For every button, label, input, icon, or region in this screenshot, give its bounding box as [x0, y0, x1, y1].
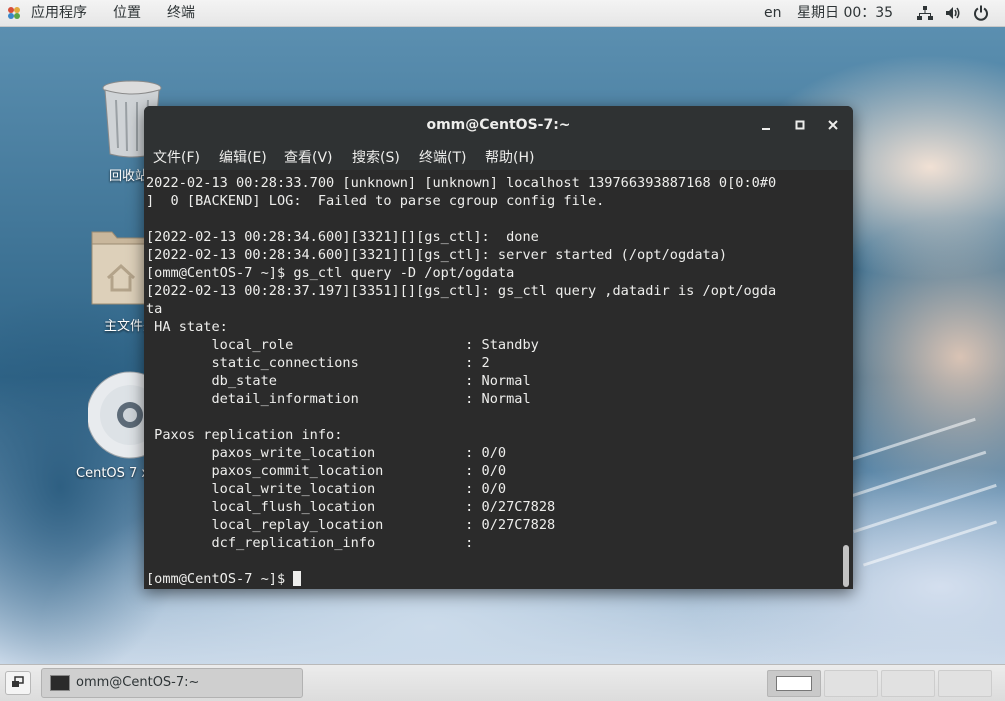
maximize-button[interactable] [792, 117, 808, 133]
show-desktop-icon [12, 676, 24, 687]
terminal-line: [2022-02-13 00:28:34.600][3321][][gs_ctl… [146, 229, 539, 245]
terminal-line: 2022-02-13 00:28:33.700 [unknown] [unkno… [146, 175, 777, 191]
terminal-line: [omm@CentOS-7 ~]$ gs_ctl query -D /opt/o… [146, 265, 515, 281]
close-button[interactable] [825, 117, 841, 133]
taskbar-item-terminal[interactable]: omm@CentOS-7:~ [41, 668, 303, 698]
terminal-line: ta [146, 301, 163, 317]
minimize-icon [762, 128, 770, 130]
terminal-icon [50, 675, 70, 691]
desktop-icon-label: 回收站 [109, 169, 149, 184]
terminal-line: local_write_location : 0/0 [146, 481, 507, 497]
menu-terminal[interactable]: 终端 [167, 0, 195, 26]
terminal-output[interactable]: 2022-02-13 00:28:33.700 [unknown] [unkno… [144, 170, 853, 589]
terminal-line: [2022-02-13 00:28:37.197][3351][][gs_ctl… [146, 283, 777, 299]
scrollbar-thumb[interactable] [843, 545, 849, 587]
terminal-line: [2022-02-13 00:28:34.600][3321][][gs_ctl… [146, 247, 728, 263]
terminal-line: dcf_replication_info : [146, 535, 474, 551]
show-desktop-button[interactable] [5, 671, 31, 695]
terminal-window[interactable]: omm@CentOS-7:~ 文件(F) 编辑(E) 查看(V) 搜索(S) 终… [144, 106, 853, 589]
terminal-line: ] 0 [BACKEND] LOG: Failed to parse cgrou… [146, 193, 605, 209]
applications-icon [8, 7, 20, 19]
home-folder-icon [91, 231, 151, 305]
terminal-line: paxos_write_location : 0/0 [146, 445, 507, 461]
top-panel: 应用程序 位置 终端 en 星期日 00：35 [0, 0, 1005, 27]
bottom-taskbar: omm@CentOS-7:~ [0, 664, 1005, 701]
minimize-button[interactable] [758, 117, 774, 133]
terminal-menu-bar: 文件(F) 编辑(E) 查看(V) 搜索(S) 终端(T) 帮助(H) [144, 144, 853, 170]
terminal-line: detail_information : Normal [146, 391, 531, 407]
workspace-4[interactable] [938, 670, 992, 697]
title-bar[interactable]: omm@CentOS-7:~ [144, 106, 853, 144]
workspace-2[interactable] [824, 670, 878, 697]
menu-file[interactable]: 文件(F) [153, 144, 200, 172]
terminal-line: local_replay_location : 0/27C7828 [146, 517, 556, 533]
menu-edit[interactable]: 编辑(E) [219, 144, 267, 172]
menu-view[interactable]: 查看(V) [284, 144, 333, 172]
text-cursor [293, 571, 302, 586]
terminal-line: static_connections : 2 [146, 355, 490, 371]
menu-applications[interactable]: 应用程序 [31, 0, 87, 26]
terminal-line: Paxos replication info: [146, 427, 343, 443]
taskbar-item-label: omm@CentOS-7:~ [76, 675, 200, 690]
terminal-line: paxos_commit_location : 0/0 [146, 463, 507, 479]
menu-help[interactable]: 帮助(H) [485, 144, 534, 172]
terminal-line: [omm@CentOS-7 ~]$ [146, 570, 302, 588]
workspace-3[interactable] [881, 670, 935, 697]
workspace-1[interactable] [767, 670, 821, 697]
clock[interactable]: 星期日 00：35 [797, 0, 893, 26]
menu-search[interactable]: 搜索(S) [352, 144, 400, 172]
power-icon[interactable] [973, 5, 989, 21]
menu-terminal[interactable]: 终端(T) [419, 144, 466, 172]
terminal-line: local_flush_location : 0/27C7828 [146, 499, 556, 515]
terminal-line: local_role : Standby [146, 337, 539, 353]
terminal-line: HA state: [146, 319, 228, 335]
close-icon [828, 120, 838, 130]
maximize-icon [795, 120, 805, 130]
network-icon[interactable] [917, 5, 933, 21]
window-title: omm@CentOS-7:~ [426, 117, 571, 133]
volume-icon[interactable] [945, 5, 961, 21]
terminal-line: db_state : Normal [146, 373, 531, 389]
menu-places[interactable]: 位置 [113, 0, 141, 26]
keyboard-layout[interactable]: en [764, 0, 782, 26]
